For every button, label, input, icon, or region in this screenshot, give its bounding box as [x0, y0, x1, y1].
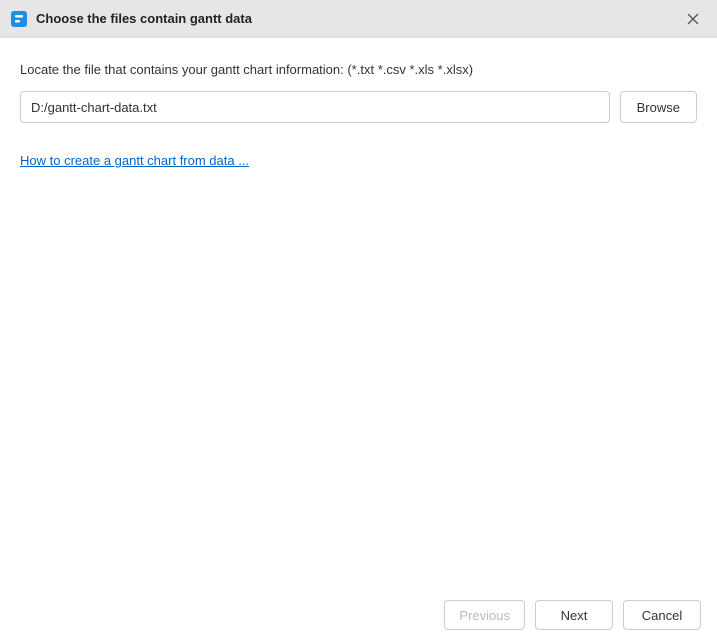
next-button[interactable]: Next: [535, 600, 613, 630]
close-button[interactable]: [681, 7, 705, 31]
file-path-input[interactable]: [20, 91, 610, 123]
cancel-button[interactable]: Cancel: [623, 600, 701, 630]
browse-button[interactable]: Browse: [620, 91, 697, 123]
titlebar: Choose the files contain gantt data: [0, 0, 717, 38]
instruction-text: Locate the file that contains your gantt…: [20, 62, 697, 77]
dialog-content: Locate the file that contains your gantt…: [0, 38, 717, 590]
dialog-title: Choose the files contain gantt data: [36, 11, 681, 26]
dialog-footer: Previous Next Cancel: [0, 590, 717, 644]
previous-button: Previous: [444, 600, 525, 630]
close-icon: [687, 13, 699, 25]
app-icon: [10, 10, 28, 28]
file-selection-row: Browse: [20, 91, 697, 123]
help-link[interactable]: How to create a gantt chart from data ..…: [20, 153, 249, 168]
